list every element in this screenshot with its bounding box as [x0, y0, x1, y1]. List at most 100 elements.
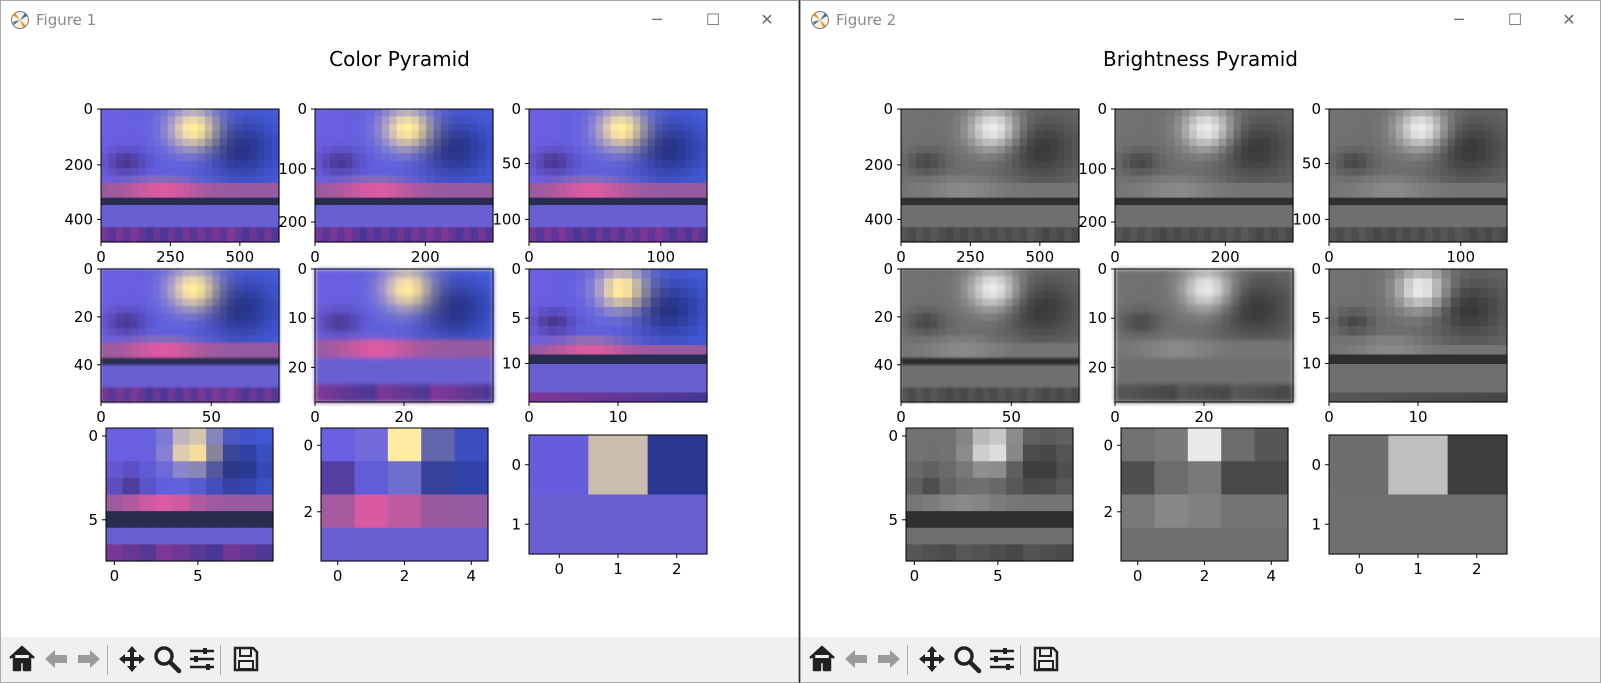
save-floppy-button[interactable]: [231, 644, 261, 674]
image-pixel: [641, 392, 652, 403]
image-pixel: [1186, 393, 1196, 403]
image-pixel: [374, 131, 383, 140]
image-pixel: [329, 197, 338, 206]
image-pixel: [426, 190, 435, 199]
title-bar[interactable]: Figure 1 ─ ☐ ✕: [1, 1, 798, 39]
image-pixel: [106, 477, 124, 496]
image-pixel: [204, 109, 213, 117]
pyramid-subplot[interactable]: 0 20 0 10 20: [1088, 260, 1294, 426]
image-pixel: [315, 145, 324, 154]
image-pixel: [219, 190, 228, 199]
image-pixel: [1196, 197, 1205, 206]
minimize-button[interactable]: ─: [634, 5, 680, 35]
image-pixel: [115, 335, 124, 344]
minimize-button[interactable]: ─: [1436, 5, 1482, 35]
image-pixel: [249, 219, 258, 228]
image-pixel: [923, 123, 932, 132]
image-pixel: [315, 322, 325, 332]
image-pixel: [256, 205, 265, 214]
pyramid-subplot[interactable]: 0 100 0 50 100: [1292, 100, 1508, 266]
image-pixel: [647, 435, 708, 496]
image-pixel: [669, 227, 678, 236]
home-button[interactable]: [7, 644, 37, 674]
image-pixel: [466, 277, 476, 288]
image-pixel: [566, 205, 575, 214]
image-pixel: [241, 350, 250, 359]
close-button[interactable]: ✕: [744, 5, 790, 35]
image-pixel: [1132, 313, 1143, 323]
forward-arrow-button[interactable]: [74, 644, 104, 674]
image-pixel: [960, 168, 969, 177]
image-pixel: [241, 205, 250, 214]
image-pixel: [1027, 234, 1036, 243]
image-pixel: [901, 205, 910, 214]
pyramid-subplot[interactable]: 0 10 0 5 10: [502, 260, 708, 426]
image-pixel: [1189, 131, 1198, 140]
image-pixel: [1255, 168, 1264, 177]
image-axes: 0 1 201: [511, 434, 708, 578]
maximize-button[interactable]: ☐: [1492, 5, 1538, 35]
pyramid-subplot[interactable]: 02402: [303, 427, 489, 585]
pyramid-subplot[interactable]: 0505: [888, 427, 1074, 585]
image-pixel: [1218, 153, 1227, 162]
close-button[interactable]: ✕: [1546, 5, 1592, 35]
image-pixel: [1233, 175, 1242, 184]
image-pixel: [952, 182, 961, 191]
image-pixel: [366, 145, 375, 154]
image-pixel: [395, 339, 405, 350]
image-pixel: [1152, 227, 1161, 236]
pyramid-subplot[interactable]: 0 50 0 20 40: [74, 260, 280, 426]
pyramid-subplot[interactable]: 0 100 0 50 100: [492, 100, 708, 266]
pyramid-subplot[interactable]: 01201: [511, 434, 708, 578]
image-pixel: [660, 354, 671, 365]
image-pixel: [256, 182, 265, 191]
image-pixel: [660, 345, 671, 356]
image-pixel: [145, 160, 154, 169]
pyramid-subplot[interactable]: 0 250 500 0 200 400: [864, 100, 1080, 266]
image-pixel: [426, 160, 435, 169]
pyramid-subplot[interactable]: 0 200 0 100 200: [278, 100, 494, 266]
image-pixel: [1241, 153, 1250, 162]
image-pixel: [1484, 160, 1493, 169]
image-pixel: [359, 339, 369, 350]
zoom-magnifier-button[interactable]: [152, 644, 182, 674]
image-pixel: [396, 227, 405, 236]
image-pixel: [156, 444, 174, 462]
pan-move-button[interactable]: [117, 644, 147, 674]
image-pixel: [1027, 379, 1036, 388]
image-pixel: [960, 109, 969, 117]
pyramid-subplot[interactable]: 0 20 0 10 20: [288, 260, 494, 426]
maximize-button[interactable]: ☐: [690, 5, 736, 35]
image-pixel: [368, 357, 378, 368]
back-arrow-button[interactable]: [41, 644, 71, 674]
pyramid-subplot[interactable]: 0 10 0 5 10: [1302, 260, 1508, 426]
image-pixel: [566, 160, 575, 169]
image-pixel: [1221, 357, 1232, 368]
image-pixel: [1221, 295, 1232, 306]
image-pixel: [167, 342, 176, 351]
image-pixel: [543, 212, 552, 221]
pyramid-subplot[interactable]: 0 200 0 100 200: [1078, 100, 1294, 266]
image-pixel: [175, 123, 184, 132]
image-pixel: [329, 182, 338, 191]
image-pixel: [418, 212, 427, 221]
pyramid-subplot[interactable]: 0505: [88, 427, 274, 585]
image-pixel: [249, 160, 258, 169]
image-pixel: [108, 328, 117, 337]
image-pixel: [1064, 298, 1073, 307]
image-pixel: [439, 322, 450, 332]
image-pixel: [575, 335, 586, 346]
image-pixel: [256, 511, 274, 529]
pyramid-subplot[interactable]: 0 250 500 0 200 400: [64, 100, 280, 266]
image-pixel: [433, 205, 442, 214]
image-pixel: [1373, 197, 1382, 206]
image-pixel: [915, 116, 924, 125]
image-pixel: [222, 477, 241, 496]
image-pixel: [206, 477, 224, 496]
image-pixel: [138, 116, 147, 125]
title-bar[interactable]: Figure 2 ─ ☐ ✕: [801, 1, 1600, 39]
pyramid-subplot[interactable]: 0 50 0 20 40: [874, 260, 1080, 426]
image-pixel: [404, 234, 413, 243]
configure-subplots-button[interactable]: [187, 644, 217, 674]
image-pixel: [1181, 109, 1190, 117]
